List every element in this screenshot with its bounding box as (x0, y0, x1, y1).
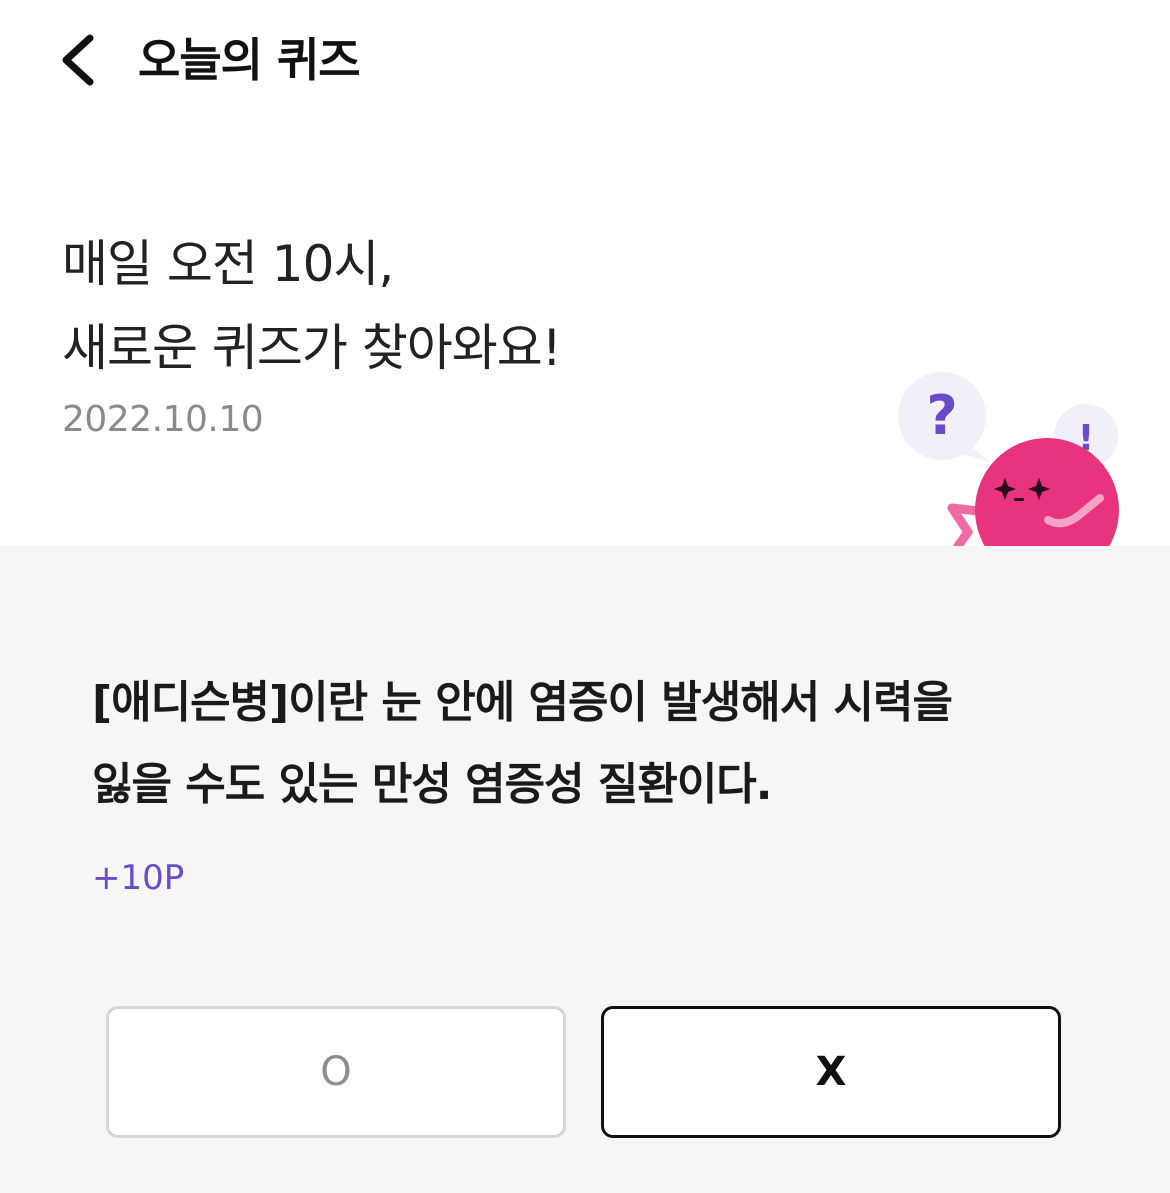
mascot-illustration: ? ! (898, 372, 1119, 546)
question-line-2: 잃을 수도 있는 만성 염증성 질환이다. (92, 759, 773, 810)
answer-o-label: O (320, 1049, 352, 1095)
answer-o-button[interactable]: O (106, 1006, 566, 1138)
page-title: 오늘의 퀴즈 (138, 33, 361, 87)
question-mark: ? (926, 384, 957, 447)
answer-x-button[interactable]: X (601, 1006, 1061, 1138)
quiz-page: 오늘의 퀴즈 매일 오전 10시, 새로운 퀴즈가 찾아와요! 2022.10.… (0, 0, 1170, 1193)
quiz-question: [애디슨병]이란 눈 안에 염증이 발생해서 시력을 잃을 수도 있는 만성 염… (92, 662, 1092, 826)
intro-section: 오늘의 퀴즈 매일 오전 10시, 새로운 퀴즈가 찾아와요! 2022.10.… (0, 0, 1170, 546)
question-bubble: ? (898, 372, 990, 462)
quiz-section: [애디슨병]이란 눈 안에 염증이 발생해서 시력을 잃을 수도 있는 만성 염… (0, 546, 1170, 1193)
intro-line-2: 새로운 퀴즈가 찾아와요! (62, 319, 562, 377)
intro-headline: 매일 오전 10시, 새로운 퀴즈가 찾아와요! (62, 222, 562, 390)
quiz-date: 2022.10.10 (62, 399, 264, 440)
chevron-left-icon (62, 34, 94, 86)
reward-points: +10P (92, 858, 185, 898)
intro-line-1: 매일 오전 10시, (62, 235, 394, 293)
back-button[interactable] (52, 26, 112, 94)
answer-x-label: X (815, 1049, 847, 1095)
question-line-1: [애디슨병]이란 눈 안에 염증이 발생해서 시력을 (92, 677, 953, 728)
